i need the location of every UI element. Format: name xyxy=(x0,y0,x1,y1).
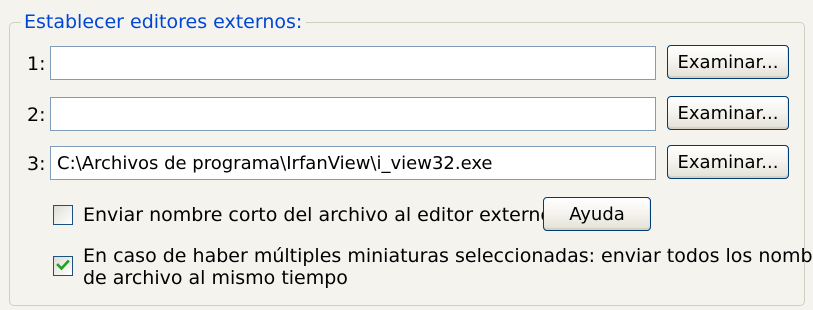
checkmark-icon xyxy=(56,259,70,271)
editor-1-browse-button[interactable]: Examinar... xyxy=(667,45,789,79)
send-all-names-label-line1: En caso de haber múltiples miniaturas se… xyxy=(83,245,813,267)
send-all-names-label-line2: de archivo al mismo tiempo xyxy=(83,267,348,289)
editor-3-browse-button[interactable]: Examinar... xyxy=(667,145,789,179)
editor-2-browse-button[interactable]: Examinar... xyxy=(667,96,789,130)
editor-2-label: 2: xyxy=(27,104,46,126)
help-button[interactable]: Ayuda xyxy=(543,197,651,231)
editor-1-path-input[interactable] xyxy=(50,46,656,80)
send-all-names-checkbox[interactable] xyxy=(53,256,73,276)
editor-1-label: 1: xyxy=(27,53,46,75)
editor-2-path-input[interactable] xyxy=(50,97,656,131)
short-name-checkbox[interactable] xyxy=(53,205,73,225)
short-name-checkbox-label: Enviar nombre corto del archivo al edito… xyxy=(83,204,552,226)
groupbox-title: Establecer editores externos: xyxy=(21,10,307,34)
editor-3-path-input[interactable] xyxy=(50,146,656,180)
editor-3-label: 3: xyxy=(27,153,46,175)
